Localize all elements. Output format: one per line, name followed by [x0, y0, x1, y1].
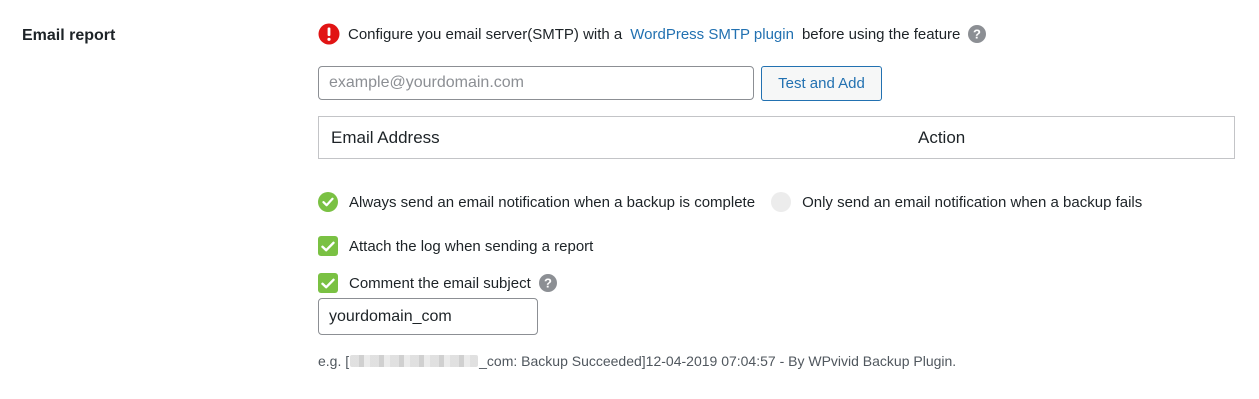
question-circle-icon[interactable]: ?: [538, 274, 557, 292]
error-icon: [318, 23, 340, 45]
notification-options: Always send an email notification when a…: [318, 192, 1142, 212]
fail-notify-label: Only send an email notification when a b…: [802, 193, 1143, 211]
email-address-input[interactable]: [318, 66, 754, 100]
redacted-domain: [350, 355, 479, 367]
question-circle-icon[interactable]: ?: [968, 25, 987, 43]
smtp-notice: Configure you email server(SMTP) with a …: [318, 23, 987, 45]
attach-log-checkbox[interactable]: [318, 236, 338, 256]
check-icon: [322, 197, 334, 207]
comment-subject-label: Comment the email subject: [349, 274, 531, 292]
check-icon: [321, 278, 335, 288]
example-prefix: e.g. [: [318, 353, 350, 369]
subject-example: e.g. [ _com: Backup Succeeded]12-04-2019…: [318, 353, 956, 369]
always-notify-label: Always send an email notification when a…: [349, 193, 756, 211]
svg-text:?: ?: [544, 276, 552, 291]
always-notify-radio[interactable]: [318, 192, 338, 212]
fail-notify-radio[interactable]: [771, 192, 792, 212]
comment-subject-option: Comment the email subject ?: [318, 273, 557, 293]
fail-notify-option[interactable]: Only send an email notification when a b…: [771, 192, 1142, 212]
comment-subject-checkbox[interactable]: [318, 273, 338, 293]
notice-text-after: before using the feature: [801, 25, 961, 43]
check-icon: [321, 241, 335, 251]
attach-log-option: Attach the log when sending a report: [318, 236, 593, 256]
example-suffix: _com: Backup Succeeded]12-04-2019 07:04:…: [479, 353, 957, 369]
email-report-settings: Email report Configure you email server(…: [0, 0, 1259, 399]
email-table: Email Address Action: [318, 116, 1235, 159]
svg-text:?: ?: [973, 27, 981, 42]
section-label: Email report: [22, 27, 116, 44]
test-and-add-button[interactable]: Test and Add: [761, 66, 882, 101]
always-notify-option[interactable]: Always send an email notification when a…: [318, 192, 755, 212]
column-header-email: Email Address: [331, 128, 440, 147]
smtp-plugin-link[interactable]: WordPress SMTP plugin: [630, 26, 794, 43]
attach-log-label: Attach the log when sending a report: [349, 237, 594, 255]
column-header-action: Action: [918, 128, 966, 147]
email-subject-comment-input[interactable]: [318, 298, 538, 335]
notice-text-before: Configure you email server(SMTP) with a: [348, 25, 623, 43]
